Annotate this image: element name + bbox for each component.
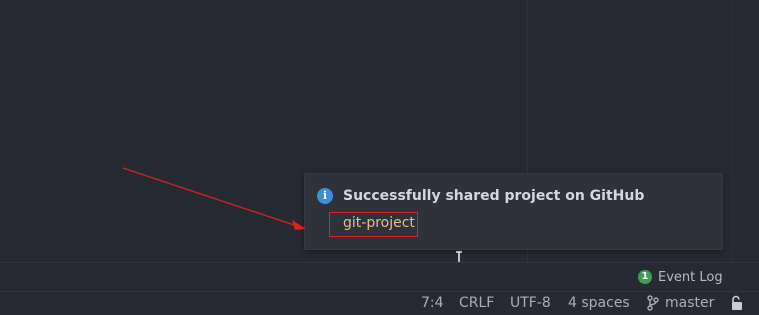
- file-encoding[interactable]: UTF-8: [510, 293, 551, 313]
- info-icon: i: [317, 188, 333, 204]
- event-log-badge: 1: [638, 270, 652, 284]
- event-log-button[interactable]: 1 Event Log: [638, 268, 723, 286]
- git-branch-icon: [647, 295, 659, 311]
- notification-title: Successfully shared project on GitHub: [343, 188, 645, 204]
- notification-balloon[interactable]: i Successfully shared project on GitHub …: [304, 173, 723, 250]
- lock-icon[interactable]: [729, 295, 745, 311]
- branch-name: master: [665, 295, 715, 311]
- scrollbar-track[interactable]: [732, 0, 733, 262]
- indent-setting[interactable]: 4 spaces: [568, 293, 630, 313]
- event-log-label: Event Log: [658, 269, 723, 285]
- project-link[interactable]: git-project: [343, 215, 415, 231]
- git-branch-widget[interactable]: master: [647, 293, 714, 313]
- status-bar: [0, 291, 759, 315]
- line-separator[interactable]: CRLF: [459, 293, 494, 313]
- caret-position[interactable]: 7:4: [421, 293, 444, 313]
